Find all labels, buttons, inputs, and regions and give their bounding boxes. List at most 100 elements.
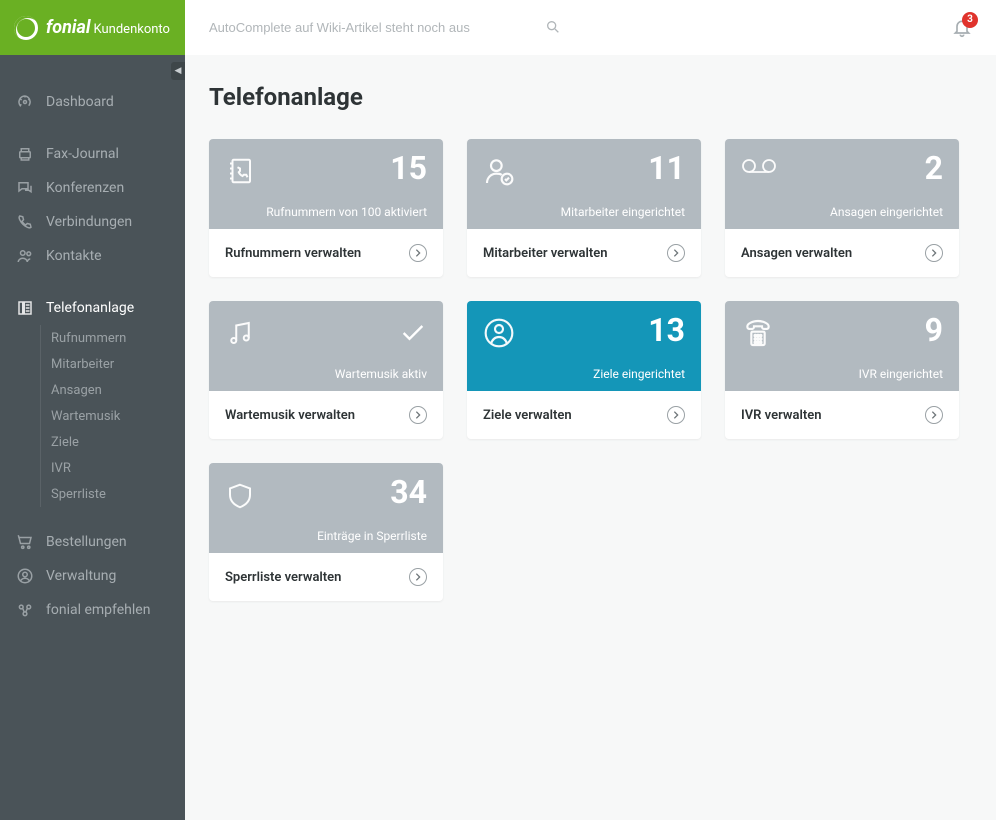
card-action-label: IVR verwalten bbox=[741, 408, 821, 423]
notifications-button[interactable]: 3 bbox=[952, 18, 972, 38]
card-sperrliste: 34 Einträge in Sperrliste Sperrliste ver… bbox=[209, 463, 443, 601]
voicemail-icon bbox=[741, 155, 777, 177]
sidebar-item-fax-journal[interactable]: Fax-Journal bbox=[0, 137, 185, 171]
card-mitarbeiter: 11 Mitarbeiter eingerichtet Mitarbeiter … bbox=[467, 139, 701, 277]
subnav-item-mitarbeiter[interactable]: Mitarbeiter bbox=[40, 351, 185, 377]
card-top: 15 Rufnummern von 100 aktiviert bbox=[209, 139, 443, 229]
card-desc: Wartemusik aktiv bbox=[335, 367, 427, 381]
subnav-item-wartemusik[interactable]: Wartemusik bbox=[40, 403, 185, 429]
search-input[interactable] bbox=[209, 12, 561, 44]
arrow-right-circle-icon bbox=[667, 406, 685, 424]
card-action-label: Rufnummern verwalten bbox=[225, 246, 361, 261]
subnav-item-rufnummern[interactable]: Rufnummern bbox=[40, 325, 185, 351]
subnav-item-ansagen[interactable]: Ansagen bbox=[40, 377, 185, 403]
card-value: 11 bbox=[648, 149, 685, 187]
sidebar-item-dashboard[interactable]: Dashboard bbox=[0, 85, 185, 119]
sidebar-item-kontakte[interactable]: Kontakte bbox=[0, 239, 185, 273]
card-desc: IVR eingerichtet bbox=[859, 367, 943, 381]
subnav-item-ziele[interactable]: Ziele bbox=[40, 429, 185, 455]
main: 3 Telefonanlage 15 Rufnummern von 100 ak… bbox=[185, 0, 996, 820]
subnav-item-ivr[interactable]: IVR bbox=[40, 455, 185, 481]
check-icon bbox=[399, 319, 427, 347]
card-desc: Rufnummern von 100 aktiviert bbox=[266, 205, 427, 219]
sidebar-item-label: Kontakte bbox=[46, 248, 102, 264]
card-top: 34 Einträge in Sperrliste bbox=[209, 463, 443, 553]
search-icon[interactable] bbox=[545, 19, 561, 35]
user-check-icon bbox=[483, 155, 515, 187]
card-desc: Einträge in Sperrliste bbox=[317, 529, 427, 543]
sidebar-item-verbindungen[interactable]: Verbindungen bbox=[0, 205, 185, 239]
page-title: Telefonanlage bbox=[209, 83, 972, 111]
sidebar-item-bestellungen[interactable]: Bestellungen bbox=[0, 525, 185, 559]
subnav-telefonanlage: Rufnummern Mitarbeiter Ansagen Wartemusi… bbox=[0, 325, 185, 507]
sidebar-item-verwaltung[interactable]: Verwaltung bbox=[0, 559, 185, 593]
card-top: 13 Ziele eingerichtet bbox=[467, 301, 701, 391]
subnav-item-label: Mitarbeiter bbox=[51, 357, 114, 372]
sidebar-item-empfehlen[interactable]: fonial empfehlen bbox=[0, 593, 185, 627]
card-action-label: Sperrliste verwalten bbox=[225, 570, 341, 585]
sidebar-item-label: Verbindungen bbox=[46, 214, 132, 230]
sidebar-item-konferenzen[interactable]: Konferenzen bbox=[0, 171, 185, 205]
content: Telefonanlage 15 Rufnummern von 100 akti… bbox=[185, 55, 996, 629]
card-action-ansagen[interactable]: Ansagen verwalten bbox=[725, 229, 959, 277]
subnav-item-label: Sperrliste bbox=[51, 487, 106, 502]
card-value: 34 bbox=[390, 473, 427, 511]
card-top: 9 IVR eingerichtet bbox=[725, 301, 959, 391]
dialpad-phone-icon bbox=[741, 317, 775, 349]
subnav-item-label: Ansagen bbox=[51, 383, 102, 398]
card-action-ivr[interactable]: IVR verwalten bbox=[725, 391, 959, 439]
arrow-right-circle-icon bbox=[667, 244, 685, 262]
shield-icon bbox=[225, 479, 255, 513]
card-value: 13 bbox=[648, 311, 685, 349]
users-icon bbox=[16, 247, 34, 265]
card-top: Wartemusik aktiv bbox=[209, 301, 443, 391]
subnav-item-label: Wartemusik bbox=[51, 409, 120, 424]
card-desc: Mitarbeiter eingerichtet bbox=[561, 205, 685, 219]
card-value: 9 bbox=[925, 311, 943, 349]
music-note-icon bbox=[225, 317, 255, 349]
brand-logo-icon bbox=[14, 16, 38, 40]
card-ivr: 9 IVR eingerichtet IVR verwalten bbox=[725, 301, 959, 439]
card-action-rufnummern[interactable]: Rufnummern verwalten bbox=[209, 229, 443, 277]
brand-name: fonialKundenkonto bbox=[46, 17, 170, 38]
card-value-check bbox=[399, 319, 427, 347]
sidebar-item-label: Fax-Journal bbox=[46, 146, 119, 162]
sidebar-item-telefonanlage[interactable]: Telefonanlage bbox=[0, 291, 185, 325]
arrow-right-circle-icon bbox=[409, 568, 427, 586]
chat-icon bbox=[16, 179, 34, 197]
card-wartemusik: Wartemusik aktiv Wartemusik verwalten bbox=[209, 301, 443, 439]
card-top: 11 Mitarbeiter eingerichtet bbox=[467, 139, 701, 229]
card-action-label: Mitarbeiter verwalten bbox=[483, 246, 608, 261]
topbar: 3 bbox=[185, 0, 996, 55]
sidebar-collapse-toggle[interactable]: ◀ bbox=[171, 62, 185, 80]
card-action-label: Wartemusik verwalten bbox=[225, 408, 355, 423]
card-top: 2 Ansagen eingerichtet bbox=[725, 139, 959, 229]
target-user-icon bbox=[483, 317, 515, 349]
card-action-ziele[interactable]: Ziele verwalten bbox=[467, 391, 701, 439]
subnav-item-label: IVR bbox=[51, 461, 71, 476]
sidebar-item-label: Bestellungen bbox=[46, 534, 127, 550]
card-ziele: 13 Ziele eingerichtet Ziele verwalten bbox=[467, 301, 701, 439]
subnav-item-label: Ziele bbox=[51, 435, 79, 450]
share-people-icon bbox=[16, 601, 34, 619]
subnav-item-sperrliste[interactable]: Sperrliste bbox=[40, 481, 185, 507]
brand-bar[interactable]: fonialKundenkonto bbox=[0, 0, 185, 55]
cards-grid: 15 Rufnummern von 100 aktiviert Rufnumme… bbox=[209, 139, 972, 601]
sidebar: fonialKundenkonto ◀ Dashboard Fax-Journa… bbox=[0, 0, 185, 820]
pbx-icon bbox=[16, 299, 34, 317]
phone-icon bbox=[16, 213, 34, 231]
card-value: 2 bbox=[925, 149, 943, 187]
card-value: 15 bbox=[390, 149, 427, 187]
card-action-sperrliste[interactable]: Sperrliste verwalten bbox=[209, 553, 443, 601]
card-desc: Ziele eingerichtet bbox=[593, 367, 685, 381]
nav: Dashboard Fax-Journal Konferenzen Verbin… bbox=[0, 55, 185, 627]
card-desc: Ansagen eingerichtet bbox=[830, 205, 943, 219]
arrow-right-circle-icon bbox=[925, 406, 943, 424]
sidebar-item-label: Telefonanlage bbox=[46, 300, 134, 316]
arrow-right-circle-icon bbox=[409, 244, 427, 262]
card-action-wartemusik[interactable]: Wartemusik verwalten bbox=[209, 391, 443, 439]
cart-icon bbox=[16, 533, 34, 551]
arrow-right-circle-icon bbox=[409, 406, 427, 424]
card-action-mitarbeiter[interactable]: Mitarbeiter verwalten bbox=[467, 229, 701, 277]
brand-sub-text: Kundenkonto bbox=[93, 22, 169, 37]
